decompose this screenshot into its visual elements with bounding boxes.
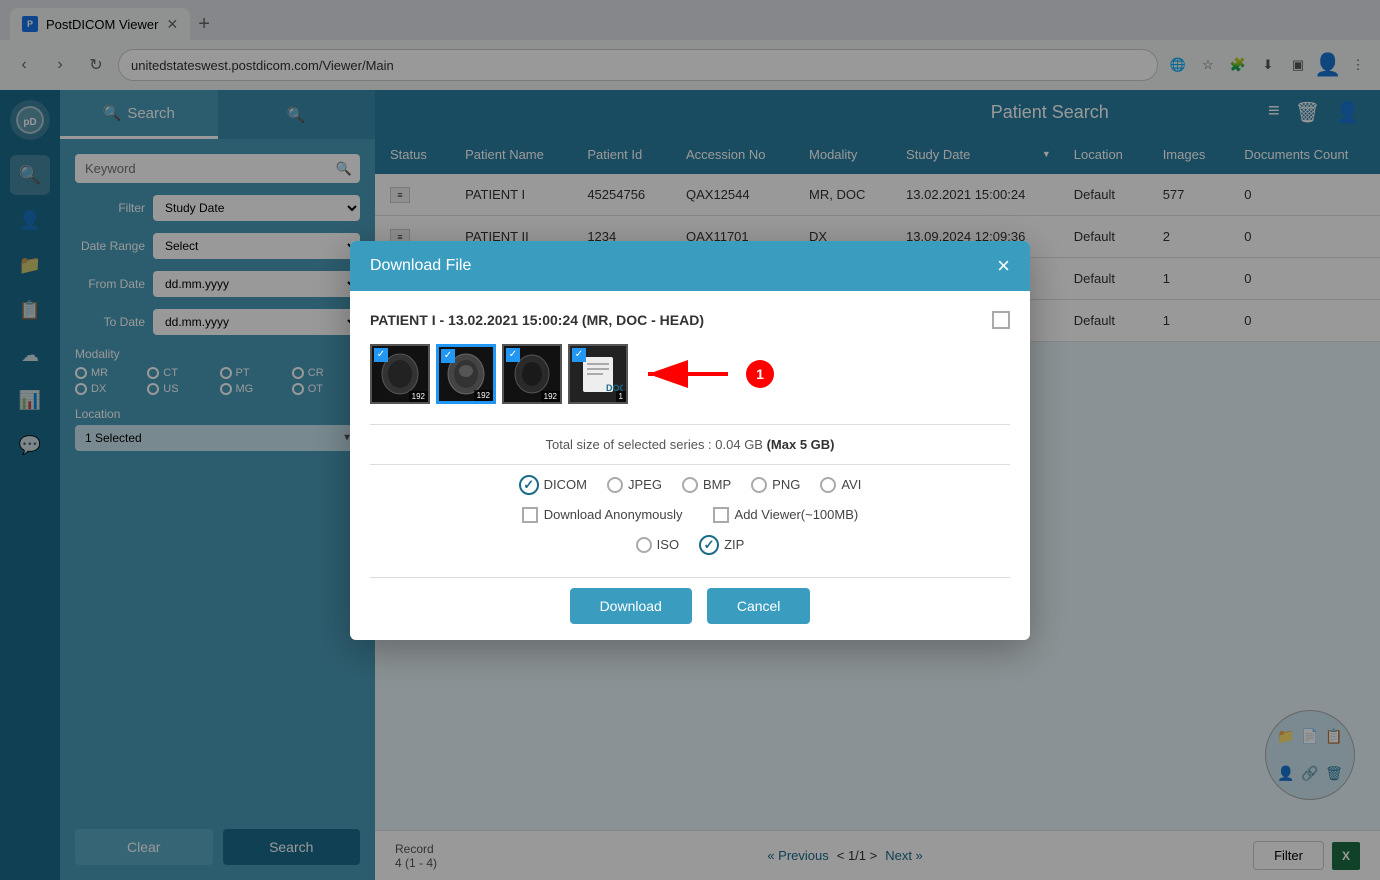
format-bmp-radio	[682, 477, 698, 493]
modal-overlay: Download File × PATIENT I - 13.02.2021 1…	[0, 0, 1380, 880]
series-thumb-2[interactable]: ✓ 192	[436, 344, 496, 404]
archive-iso[interactable]: ISO	[636, 537, 679, 553]
series-thumb-4[interactable]: ✓ DOC 1	[568, 344, 628, 404]
series-thumb-2-label: 192	[474, 390, 493, 401]
format-dicom-radio: ✓	[519, 475, 539, 495]
archive-zip[interactable]: ✓ ZIP	[699, 535, 744, 555]
format-png-radio	[751, 477, 767, 493]
format-bmp-label: BMP	[703, 477, 731, 492]
format-jpeg-radio	[607, 477, 623, 493]
arrow-badge: 1	[746, 360, 774, 388]
format-png[interactable]: PNG	[751, 477, 800, 493]
series-row-container: ✓ 192 ✓	[370, 344, 1010, 404]
add-viewer-check[interactable]: Add Viewer(~100MB)	[713, 507, 859, 523]
archive-iso-radio	[636, 537, 652, 553]
series-thumb-3[interactable]: ✓ 192	[502, 344, 562, 404]
series-thumb-1-check: ✓	[374, 348, 388, 362]
format-bmp[interactable]: BMP	[682, 477, 731, 493]
modal-body: PATIENT I - 13.02.2021 15:00:24 (MR, DOC…	[350, 291, 1030, 424]
modal-title: Download File	[370, 257, 471, 275]
check-options: Download Anonymously Add Viewer(~100MB)	[370, 507, 1010, 523]
archive-zip-label: ZIP	[724, 537, 744, 552]
archive-iso-label: ISO	[657, 537, 679, 552]
modal-options: ✓ DICOM JPEG BMP PNG AVI	[350, 465, 1030, 577]
modal-patient-header: PATIENT I - 13.02.2021 15:00:24 (MR, DOC…	[370, 311, 1010, 329]
size-label: Total size of selected series : 0.04 GB	[545, 437, 766, 452]
arrow-icon	[638, 354, 738, 394]
series-thumb-4-label: 1	[616, 391, 626, 402]
add-viewer-label: Add Viewer(~100MB)	[735, 507, 859, 522]
modal-actions: Download Cancel	[350, 578, 1030, 640]
format-options: ✓ DICOM JPEG BMP PNG AVI	[370, 475, 1010, 495]
format-avi-label: AVI	[841, 477, 861, 492]
modal-header: Download File ×	[350, 241, 1030, 291]
download-anonymously-checkbox	[522, 507, 538, 523]
archive-options: ISO ✓ ZIP	[370, 535, 1010, 555]
format-jpeg-label: JPEG	[628, 477, 662, 492]
download-button[interactable]: Download	[570, 588, 692, 624]
series-thumb-4-check: ✓	[572, 348, 586, 362]
download-anonymously-check[interactable]: Download Anonymously	[522, 507, 683, 523]
modal-close-button[interactable]: ×	[997, 255, 1010, 277]
series-thumb-3-label: 192	[541, 391, 560, 402]
series-thumbnails: ✓ 192 ✓	[370, 344, 628, 404]
format-avi[interactable]: AVI	[820, 477, 861, 493]
format-dicom-label: DICOM	[544, 477, 587, 492]
download-anonymously-label: Download Anonymously	[544, 507, 683, 522]
download-modal: Download File × PATIENT I - 13.02.2021 1…	[350, 241, 1030, 640]
modal-size-info: Total size of selected series : 0.04 GB …	[350, 425, 1030, 464]
series-thumb-1[interactable]: ✓ 192	[370, 344, 430, 404]
format-jpeg[interactable]: JPEG	[607, 477, 662, 493]
arrow-annotation: 1	[638, 354, 774, 394]
modal-select-all-checkbox[interactable]	[992, 311, 1010, 329]
cancel-button[interactable]: Cancel	[707, 588, 811, 624]
format-png-label: PNG	[772, 477, 800, 492]
modal-patient-name: PATIENT I - 13.02.2021 15:00:24 (MR, DOC…	[370, 312, 704, 328]
add-viewer-checkbox	[713, 507, 729, 523]
archive-zip-radio: ✓	[699, 535, 719, 555]
format-dicom[interactable]: ✓ DICOM	[519, 475, 587, 495]
series-thumb-1-label: 192	[409, 391, 428, 402]
series-thumb-3-check: ✓	[506, 348, 520, 362]
format-avi-radio	[820, 477, 836, 493]
series-thumb-2-check: ✓	[441, 349, 455, 363]
max-size-label: (Max 5 GB)	[767, 437, 835, 452]
